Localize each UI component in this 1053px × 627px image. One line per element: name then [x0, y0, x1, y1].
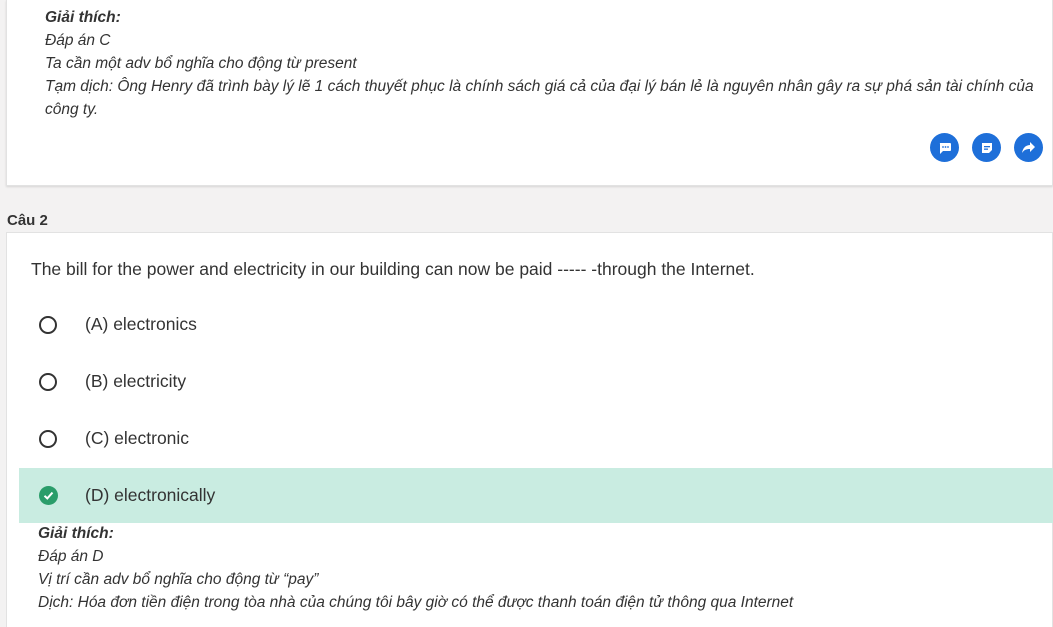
- action-buttons: [930, 133, 1043, 162]
- previous-explanation: Giải thích: Đáp án C Ta cần một adv bổ n…: [45, 6, 1053, 121]
- option-label: (A) electronics: [85, 314, 197, 334]
- question-explanation: Giải thích: Đáp án D Vị trí cần adv bổ n…: [38, 522, 793, 614]
- question-number: Câu 2: [7, 212, 48, 229]
- radio-icon[interactable]: [39, 372, 57, 391]
- radio-icon[interactable]: [39, 429, 57, 448]
- option-c[interactable]: (C) electronic: [19, 411, 1053, 466]
- explanation-translation: Dịch: Hóa đơn tiền điện trong tòa nhà củ…: [38, 594, 794, 611]
- share-icon: [1022, 142, 1035, 153]
- previous-question-card: Giải thích: Đáp án C Ta cần một adv bổ n…: [6, 0, 1053, 186]
- explanation-translation: Tạm dịch: Ông Henry đã trình bày lý lẽ 1…: [45, 78, 1034, 118]
- radio-icon[interactable]: [39, 315, 57, 334]
- option-label: (D) electronically: [85, 485, 216, 505]
- explanation-reason: Vị trí cần adv bổ nghĩa cho động từ “pay…: [38, 571, 319, 588]
- option-label: (B) electricity: [85, 371, 187, 391]
- explanation-title: Giải thích:: [45, 9, 121, 26]
- explanation-answer: Đáp án C: [45, 32, 111, 49]
- option-b[interactable]: (B) electricity: [19, 354, 1053, 409]
- note-button[interactable]: [972, 133, 1001, 162]
- option-label: (C) electronic: [85, 428, 190, 448]
- explanation-answer: Đáp án D: [38, 548, 104, 565]
- option-d[interactable]: (D) electronically: [19, 468, 1053, 523]
- comment-button[interactable]: [930, 133, 959, 162]
- explanation-title: Giải thích:: [38, 525, 114, 542]
- option-a[interactable]: (A) electronics: [19, 297, 1053, 352]
- comment-icon: [939, 142, 951, 154]
- check-circle-icon[interactable]: [39, 486, 58, 505]
- share-button[interactable]: [1014, 133, 1043, 162]
- question-text: The bill for the power and electricity i…: [31, 259, 755, 279]
- note-icon: [981, 142, 992, 153]
- explanation-reason: Ta cần một adv bổ nghĩa cho động từ pres…: [45, 55, 357, 72]
